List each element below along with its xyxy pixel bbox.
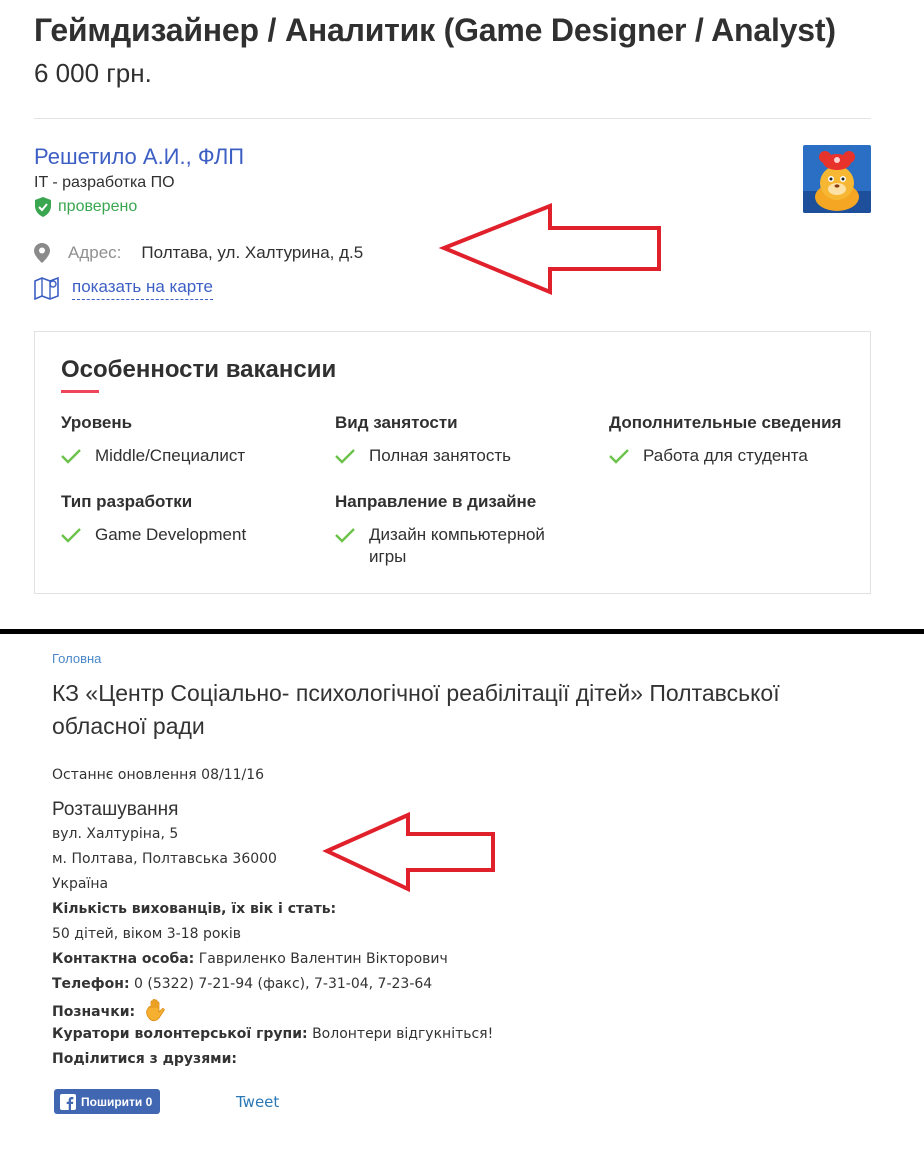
feature-item: Полная занятость — [335, 445, 595, 467]
breadcrumb-home-link[interactable]: Головна — [52, 651, 101, 666]
organization-panel: Головна КЗ «Центр Соціально- психологічн… — [0, 634, 924, 1164]
show-on-map-link[interactable]: показать на карте — [72, 277, 213, 300]
address-line-city: м. Полтава, Полтавська 36000 — [52, 851, 277, 867]
feature-heading: Уровень — [61, 413, 133, 432]
contact-person: Контактна особа: Гавриленко Валентин Вік… — [52, 951, 448, 967]
contact-value: Гавриленко Валентин Вікторович — [198, 951, 448, 967]
feature-group-level: Уровень Middle/Специалист — [61, 413, 321, 467]
address-label: Адрес: — [68, 243, 122, 262]
check-icon — [335, 528, 355, 543]
raised-hand-icon[interactable] — [144, 998, 170, 1022]
check-icon — [61, 449, 81, 464]
vacancy-panel: Геймдизайнер / Аналитик (Game Designer /… — [0, 0, 924, 629]
check-icon — [335, 449, 355, 464]
check-icon — [609, 449, 629, 464]
divider — [34, 118, 871, 119]
tweet-link[interactable]: Tweet — [236, 1093, 279, 1111]
company-category: IT - разработка ПО — [34, 174, 175, 191]
curators-value: Волонтери відгукніться! — [312, 1026, 494, 1042]
salary: 6 000 грн. — [34, 58, 152, 88]
address-row: Адрес: Полтава, ул. Халтурина, д.5 — [34, 243, 363, 263]
location-pin-icon — [34, 243, 50, 263]
feature-value: Работа для студента — [643, 446, 808, 465]
contact-label: Контактна особа: — [52, 951, 195, 967]
features-title: Особенности вакансии — [61, 356, 337, 383]
phone-label: Телефон: — [52, 976, 130, 992]
annotation-arrow-left-bottom — [322, 811, 495, 893]
facebook-share-label: Поширити 0 — [81, 1094, 153, 1109]
feature-item: Работа для студента — [609, 445, 859, 467]
feature-heading: Тип разработки — [61, 492, 193, 511]
annotation-arrow-left — [438, 203, 661, 295]
verified-label: проверено — [58, 198, 138, 215]
curators-label: Куратори волонтерської групи: — [52, 1026, 308, 1042]
address-line-country: Україна — [52, 876, 109, 892]
facebook-icon — [60, 1093, 76, 1110]
share-with-friends: Поділитися з друзями: — [52, 1051, 238, 1067]
address-line-street: вул. Халтуріна, 5 — [52, 826, 179, 842]
feature-heading: Дополнительные сведения — [609, 413, 842, 432]
lion-cartoon-logo-icon — [803, 145, 871, 213]
feature-item: Game Development — [61, 524, 321, 546]
check-icon — [61, 528, 81, 543]
features-title-underline — [61, 390, 99, 393]
feature-item: Middle/Специалист — [61, 445, 321, 467]
feature-value: Middle/Специалист — [95, 446, 246, 465]
feature-value: Дизайн компьютерной игры — [369, 525, 545, 566]
facebook-share-button[interactable]: Поширити 0 — [54, 1089, 161, 1114]
feature-heading: Вид занятости — [335, 413, 458, 432]
last-updated: Останнє оновлення 08/11/16 — [52, 767, 265, 783]
company-logo[interactable] — [803, 145, 871, 213]
feature-value: Game Development — [95, 525, 247, 544]
company-name-link[interactable]: Решетило А.И., ФЛП — [34, 144, 244, 170]
show-map-row[interactable]: показать на карте — [34, 276, 213, 300]
children-count-label: Кількість вихованців, їх вік і стать: — [52, 901, 337, 917]
address-value: Полтава, ул. Халтурина, д.5 — [141, 243, 364, 262]
volunteer-curators: Куратори волонтерської групи: Волонтери … — [52, 1026, 493, 1042]
children-count-value: 50 дітей, віком 3-18 років — [52, 926, 242, 942]
feature-group-additional: Дополнительные сведения Работа для студе… — [609, 413, 859, 467]
organization-title: КЗ «Центр Соціально- психологічної реабі… — [52, 680, 780, 739]
location-heading: Розташування — [52, 799, 179, 820]
tags-label: Позначки: — [52, 1004, 136, 1020]
phone: Телефон: 0 (5322) 7-21-94 (факс), 7-31-0… — [52, 976, 432, 992]
vacancy-features-card: Особенности вакансии Уровень Middle/Спец… — [34, 331, 871, 594]
feature-group-design-direction: Направление в дизайне Дизайн компьютерно… — [335, 492, 565, 568]
feature-item: Дизайн компьютерной игры — [335, 524, 565, 568]
feature-group-employment: Вид занятости Полная занятость — [335, 413, 595, 467]
feature-heading: Направление в дизайне — [335, 492, 537, 511]
tags: Позначки: — [52, 998, 170, 1022]
shield-check-icon — [35, 197, 51, 217]
feature-group-dev-type: Тип разработки Game Development — [61, 492, 321, 546]
feature-value: Полная занятость — [369, 446, 512, 465]
phone-value: 0 (5322) 7-21-94 (факс), 7-31-04, 7-23-6… — [134, 976, 433, 992]
map-icon — [34, 276, 59, 300]
verified-badge: проверено — [34, 196, 137, 218]
job-title: Геймдизайнер / Аналитик (Game Designer /… — [34, 12, 836, 48]
